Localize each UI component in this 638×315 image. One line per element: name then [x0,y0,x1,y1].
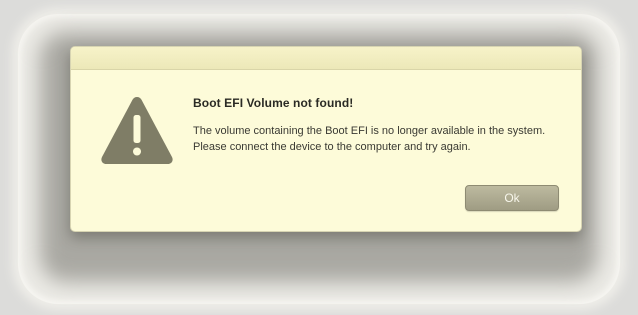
warning-triangle-icon [101,97,173,164]
alert-dialog: Boot EFI Volume not found! The volume co… [70,46,582,232]
dialog-title: Boot EFI Volume not found! [193,96,354,110]
ok-button[interactable]: Ok [465,185,559,211]
desktop-backdrop: Boot EFI Volume not found! The volume co… [0,0,638,315]
dialog-titlebar [71,47,581,70]
dialog-message: The volume containing the Boot EFI is no… [193,125,546,153]
